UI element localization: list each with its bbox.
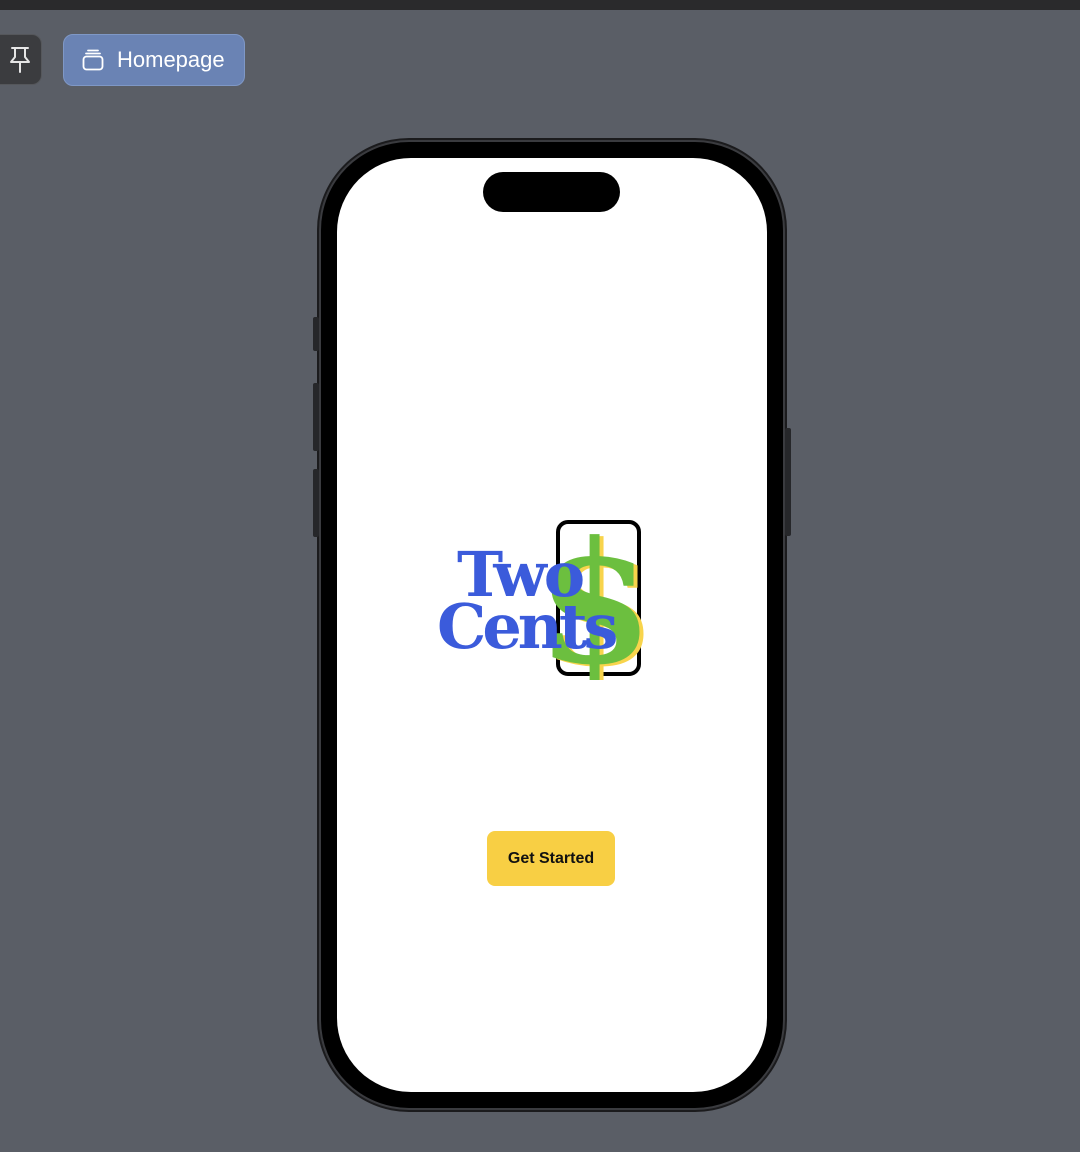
get-started-button[interactable]: Get Started xyxy=(487,831,615,886)
pin-button[interactable] xyxy=(0,34,42,85)
tab-homepage[interactable]: Homepage xyxy=(63,34,245,86)
app-logo: $ $ Two Cents xyxy=(437,518,647,680)
power-button xyxy=(785,428,791,536)
window-top-bar xyxy=(0,0,1080,10)
app-screen: $ $ Two Cents Get Started xyxy=(337,158,767,1092)
volume-down-button xyxy=(313,469,319,537)
stack-icon xyxy=(81,48,105,72)
tab-label: Homepage xyxy=(117,47,225,72)
logo-word-cents: Cents xyxy=(437,590,617,663)
phone-frame: $ $ Two Cents Get Started xyxy=(313,142,791,1108)
dynamic-island xyxy=(483,172,620,212)
volume-up-button xyxy=(313,383,319,451)
action-button xyxy=(313,317,319,351)
pin-icon xyxy=(10,46,30,73)
